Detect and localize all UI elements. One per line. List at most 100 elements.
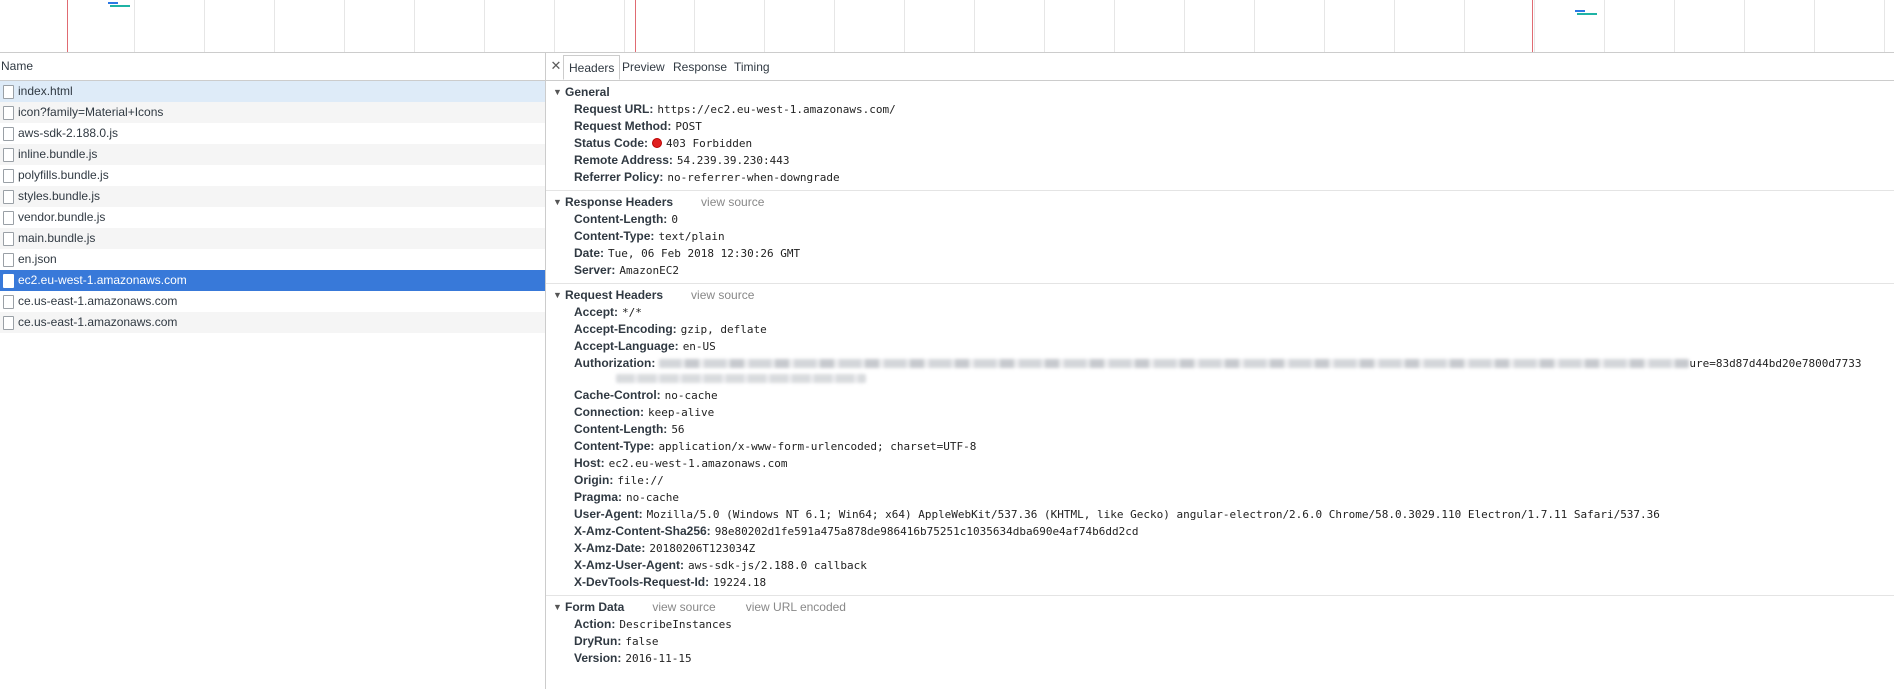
- header-key: Accept-Encoding:: [574, 322, 677, 336]
- tab-timing[interactable]: Timing: [729, 55, 775, 79]
- form-data-list: Action: DescribeInstances DryRun: false Vers…: [546, 616, 1894, 667]
- overview-gridline: [134, 0, 135, 52]
- name-column-header[interactable]: Name: [0, 53, 545, 81]
- header-value: Mozilla/5.0 (Windows NT 6.1; Win64; x64)…: [646, 508, 1660, 521]
- header-value: 56: [671, 423, 685, 436]
- file-icon: [3, 85, 14, 99]
- response-headers-section: ▼ Response Headers view source Content-Len…: [546, 191, 1894, 284]
- status-code-value: 403 Forbidden: [666, 137, 753, 150]
- overview-gridline: [764, 0, 765, 52]
- request-row[interactable]: en.json: [0, 249, 545, 270]
- header-row: X-Amz-Content-Sha256: 98e80202d1fe591a475…: [546, 523, 1894, 540]
- request-row[interactable]: ce.us-east-1.amazonaws.com: [0, 312, 545, 333]
- view-source-link[interactable]: view source: [652, 600, 715, 614]
- header-key: X-DevTools-Request-Id:: [574, 575, 710, 589]
- tab-headers[interactable]: Headers: [563, 55, 621, 80]
- header-key: Version:: [574, 651, 622, 665]
- overview-gridline: [554, 0, 555, 52]
- header-row: Accept-Encoding: gzip, deflate: [546, 321, 1894, 338]
- request-list: index.html icon?family=Material+Icons aws-…: [0, 81, 545, 333]
- header-key: Action:: [574, 617, 616, 631]
- header-value: 2016-11-15: [625, 652, 692, 665]
- header-key: Remote Address:: [574, 153, 673, 167]
- header-key: Content-Length:: [574, 212, 668, 226]
- overview-request-bar: [110, 5, 130, 7]
- request-row[interactable]: polyfills.bundle.js: [0, 165, 545, 186]
- load-event-line: [635, 0, 636, 52]
- request-row[interactable]: inline.bundle.js: [0, 144, 545, 165]
- header-row: Content-Type: application/x-www-form-urle…: [546, 438, 1894, 455]
- form-data-section-header[interactable]: ▼ Form Data view source view URL encoded: [546, 599, 1894, 616]
- header-row: Request URL: https://ec2.eu-west-1.amazon…: [546, 101, 1894, 118]
- overview-gridline: [904, 0, 905, 52]
- file-icon: [3, 127, 14, 141]
- request-details-pane: ✕ Headers Preview Response Timing ▼ Gener…: [546, 53, 1894, 689]
- view-url-encoded-link[interactable]: view URL encoded: [746, 600, 846, 614]
- header-value: ec2.eu-west-1.amazonaws.com: [608, 457, 788, 470]
- overview-request-bar: [108, 2, 118, 4]
- file-icon: [3, 148, 14, 162]
- header-row: Date: Tue, 06 Feb 2018 12:30:26 GMT: [546, 245, 1894, 262]
- overview-gridline: [274, 0, 275, 52]
- header-row: Version: 2016-11-15: [546, 650, 1894, 667]
- header-key: Connection:: [574, 405, 644, 419]
- header-row: Pragma: no-cache: [546, 489, 1894, 506]
- network-overview-timeline[interactable]: [0, 0, 1894, 53]
- overview-gridline: [1674, 0, 1675, 52]
- header-value: false: [625, 635, 659, 648]
- request-name: ec2.eu-west-1.amazonaws.com: [18, 273, 187, 287]
- header-key: User-Agent:: [574, 507, 643, 521]
- response-headers-section-header[interactable]: ▼ Response Headers view source: [546, 194, 1894, 211]
- header-key: Date:: [574, 246, 605, 260]
- header-value: file://: [617, 474, 664, 487]
- header-row: Status Code: 403 Forbidden: [546, 135, 1894, 152]
- header-key: Content-Length:: [574, 422, 668, 436]
- header-row: Action: DescribeInstances: [546, 616, 1894, 633]
- request-row[interactable]: main.bundle.js: [0, 228, 545, 249]
- tab-preview[interactable]: Preview: [617, 55, 670, 79]
- header-value: en-US: [682, 340, 716, 353]
- header-value: aws-sdk-js/2.188.0 callback: [688, 559, 867, 572]
- header-key: Pragma:: [574, 490, 623, 504]
- general-section: ▼ General Request URL: https://ec2.eu-west…: [546, 81, 1894, 191]
- overview-request-bar: [1575, 10, 1585, 12]
- view-source-link[interactable]: view source: [701, 195, 764, 209]
- overview-gridline: [1044, 0, 1045, 52]
- request-row[interactable]: vendor.bundle.js: [0, 207, 545, 228]
- header-row: Accept-Language: en-US: [546, 338, 1894, 355]
- request-name: vendor.bundle.js: [18, 210, 106, 224]
- header-row: Content-Type: text/plain: [546, 228, 1894, 245]
- load-event-line: [1532, 0, 1533, 52]
- request-row[interactable]: styles.bundle.js: [0, 186, 545, 207]
- header-key: Origin:: [574, 473, 614, 487]
- view-source-link[interactable]: view source: [691, 288, 754, 302]
- overview-gridline: [974, 0, 975, 52]
- request-name: polyfills.bundle.js: [18, 168, 109, 182]
- request-row[interactable]: ec2.eu-west-1.amazonaws.com: [0, 270, 545, 291]
- overview-gridline: [1604, 0, 1605, 52]
- overview-gridline: [1324, 0, 1325, 52]
- header-value: keep-alive: [648, 406, 715, 419]
- remote-address-value: 54.239.39.230:443: [676, 154, 790, 167]
- referrer-policy-value: no-referrer-when-downgrade: [667, 171, 840, 184]
- header-row: Referrer Policy: no-referrer-when-downgra…: [546, 169, 1894, 186]
- request-headers-section-header[interactable]: ▼ Request Headers view source: [546, 287, 1894, 304]
- triangle-down-icon: ▼: [553, 602, 562, 612]
- header-value: application/x-www-form-urlencoded; chars…: [658, 440, 977, 453]
- header-key: Referrer Policy:: [574, 170, 664, 184]
- tab-response[interactable]: Response: [668, 55, 732, 79]
- file-icon: [3, 190, 14, 204]
- close-icon[interactable]: ✕: [549, 58, 563, 74]
- request-row[interactable]: index.html: [0, 81, 545, 102]
- header-key: Status Code:: [574, 136, 649, 150]
- general-section-header[interactable]: ▼ General: [546, 84, 1894, 101]
- request-row[interactable]: icon?family=Material+Icons: [0, 102, 545, 123]
- status-error-icon: [652, 138, 663, 148]
- header-key: Content-Type:: [574, 229, 655, 243]
- request-row[interactable]: aws-sdk-2.188.0.js: [0, 123, 545, 144]
- file-icon: [3, 232, 14, 246]
- request-row[interactable]: ce.us-east-1.amazonaws.com: [0, 291, 545, 312]
- file-icon: [3, 106, 14, 120]
- request-name: inline.bundle.js: [18, 147, 98, 161]
- header-row: X-Amz-Date: 20180206T123034Z: [546, 540, 1894, 557]
